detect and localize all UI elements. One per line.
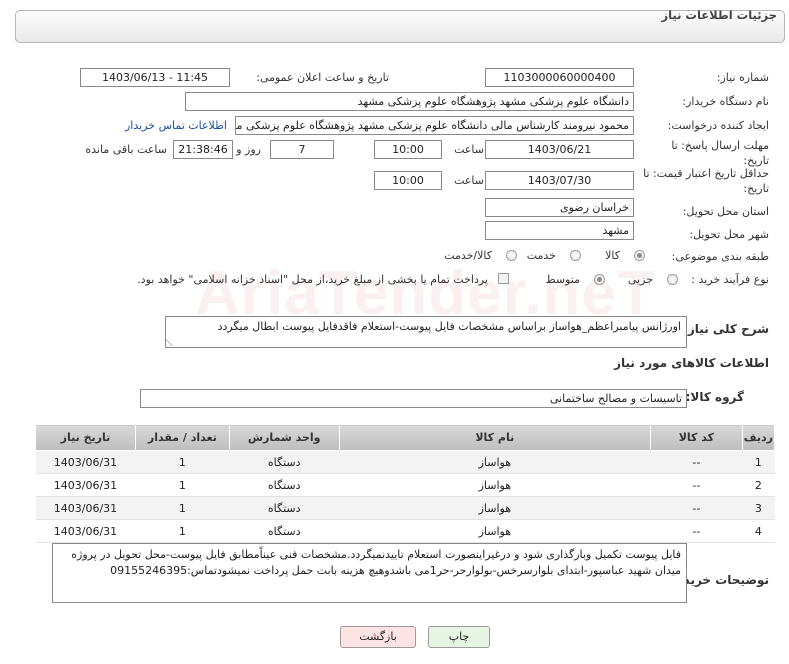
cell-need-date: 1403/06/31 (35, 496, 136, 520)
buyer-org-label: نام دستگاه خریدار: (682, 95, 769, 108)
description-text: اورژانس پیامبراعظم_هواساز براساس مشخصات … (217, 320, 681, 333)
cell-item-name: هواساز (339, 473, 651, 497)
days-remaining-field: 7 (270, 140, 334, 159)
cell-item-code: -- (650, 473, 743, 497)
col-item-code: کد کالا (649, 424, 743, 451)
resize-grip-icon[interactable] (166, 338, 180, 346)
col-unit: واحد شمارش (228, 424, 340, 451)
cell-need-date: 1403/06/31 (35, 473, 136, 497)
process-minor-label: جزیی (627, 273, 653, 286)
cell-need-date: 1403/06/31 (35, 519, 136, 543)
cell-row-number: 2 (742, 473, 775, 497)
cell-item-code: -- (650, 519, 743, 543)
goods-group-field: تاسیسات و مصالح ساختمانی (140, 389, 687, 408)
process-medium-label: متوسط (545, 273, 580, 286)
announce-field: 1403/06/13 - 11:45 (80, 68, 230, 87)
items-table: ردیف کد کالا نام کالا واحد شمارش تعداد /… (35, 424, 776, 543)
requester-field: محمود نیرومند کارشناس مالی دانشگاه علوم … (235, 116, 634, 135)
deadline-time-label: ساعت (454, 143, 484, 156)
cell-unit: دستگاه (229, 450, 340, 474)
process-medium-radio[interactable] (594, 274, 605, 285)
remaining-time-label: ساعت باقی مانده (85, 143, 167, 156)
validity-time-field: 10:00 (374, 171, 442, 190)
col-item-name: نام کالا (338, 424, 651, 451)
cell-need-date: 1403/06/31 (35, 450, 136, 474)
table-row: 4 -- هواساز دستگاه 1 1403/06/31 (35, 519, 775, 543)
days-label: روز و (236, 143, 261, 156)
col-quantity: تعداد / مقدار (134, 424, 230, 451)
need-number-field: 1103000060000400 (485, 68, 634, 87)
table-header-row: ردیف کد کالا نام کالا واحد شمارش تعداد /… (35, 424, 776, 451)
cell-row-number: 3 (742, 496, 775, 520)
validity-time-label: ساعت (454, 174, 484, 187)
category-goods-label: کالا (605, 249, 620, 262)
cell-quantity: 1 (135, 519, 230, 543)
goods-section-title: اطلاعات کالاهای مورد نیاز (614, 356, 769, 370)
description-textarea: اورژانس پیامبراعظم_هواساز براساس مشخصات … (165, 316, 687, 348)
cell-item-code: -- (650, 496, 743, 520)
treasury-payment-checkbox[interactable] (498, 273, 509, 284)
city-field: مشهد (485, 221, 634, 240)
col-row-number: ردیف (741, 424, 776, 451)
process-minor-radio[interactable] (667, 274, 678, 285)
cell-row-number: 4 (742, 519, 775, 543)
validity-label: حداقل تاریخ اعتبار قیمت: تا تاریخ: (643, 167, 769, 195)
table-row: 2 -- هواساز دستگاه 1 1403/06/31 (35, 473, 775, 497)
print-button[interactable]: چاپ (428, 626, 490, 648)
cell-item-name: هواساز (339, 496, 651, 520)
page-title: جزئیات اطلاعات نیاز (661, 8, 777, 22)
cell-unit: دستگاه (229, 473, 340, 497)
province-label: استان محل تحویل: (682, 205, 769, 218)
category-goods-radio[interactable] (634, 250, 645, 261)
need-number-label: شماره نیاز: (716, 71, 769, 84)
treasury-payment-note: پرداخت تمام یا بخشی از مبلغ خرید،از محل … (137, 273, 488, 286)
validity-date-field: 1403/07/30 (485, 171, 634, 190)
remaining-time-field: 21:38:46 (173, 140, 233, 159)
category-service-radio[interactable] (570, 250, 581, 261)
deadline-label: مهلت ارسال پاسخ: تا تاریخ: (671, 139, 769, 167)
category-goods-service-radio[interactable] (506, 250, 517, 261)
buyer-contact-link[interactable]: اطلاعات تماس خریدار (125, 119, 227, 132)
announce-label: تاریخ و ساعت اعلان عمومی: (256, 71, 389, 84)
category-service-label: خدمت (526, 249, 556, 262)
table-row: 3 -- هواساز دستگاه 1 1403/06/31 (35, 496, 775, 520)
cell-unit: دستگاه (229, 519, 340, 543)
requester-label: ایجاد کننده درخواست: (667, 119, 769, 132)
process-label: نوع فرآیند خرید : (691, 273, 769, 286)
cell-item-code: -- (650, 450, 743, 474)
city-label: شهر محل تحویل: (689, 228, 769, 241)
col-need-date: تاریخ نیاز (35, 424, 136, 451)
deadline-date-field: 1403/06/21 (485, 140, 634, 159)
cell-quantity: 1 (135, 473, 230, 497)
cell-item-name: هواساز (339, 450, 651, 474)
province-field: خراسان رضوی (485, 198, 634, 217)
buyer-notes-textarea: فایل پیوست تکمیل وبارگذاری شود و درغیرای… (52, 543, 687, 603)
deadline-time-field: 10:00 (374, 140, 442, 159)
buyer-org-field: دانشگاه علوم پزشکی مشهد پژوهشگاه علوم پز… (185, 92, 634, 111)
category-goods-service-label: کالا/خدمت (444, 249, 492, 262)
category-label: طبقه بندی موضوعی: (671, 250, 769, 263)
cell-unit: دستگاه (229, 496, 340, 520)
buyer-notes-text: فایل پیوست تکمیل وبارگذاری شود و درغیرای… (71, 548, 681, 577)
goods-group-label: گروه کالا: (685, 390, 744, 404)
cell-quantity: 1 (135, 496, 230, 520)
description-label: شرح کلی نیاز: (683, 322, 769, 336)
cell-quantity: 1 (135, 450, 230, 474)
back-button[interactable]: بازگشت (340, 626, 416, 648)
cell-item-name: هواساز (339, 519, 651, 543)
cell-row-number: 1 (742, 450, 775, 474)
table-row: 1 -- هواساز دستگاه 1 1403/06/31 (35, 450, 775, 474)
